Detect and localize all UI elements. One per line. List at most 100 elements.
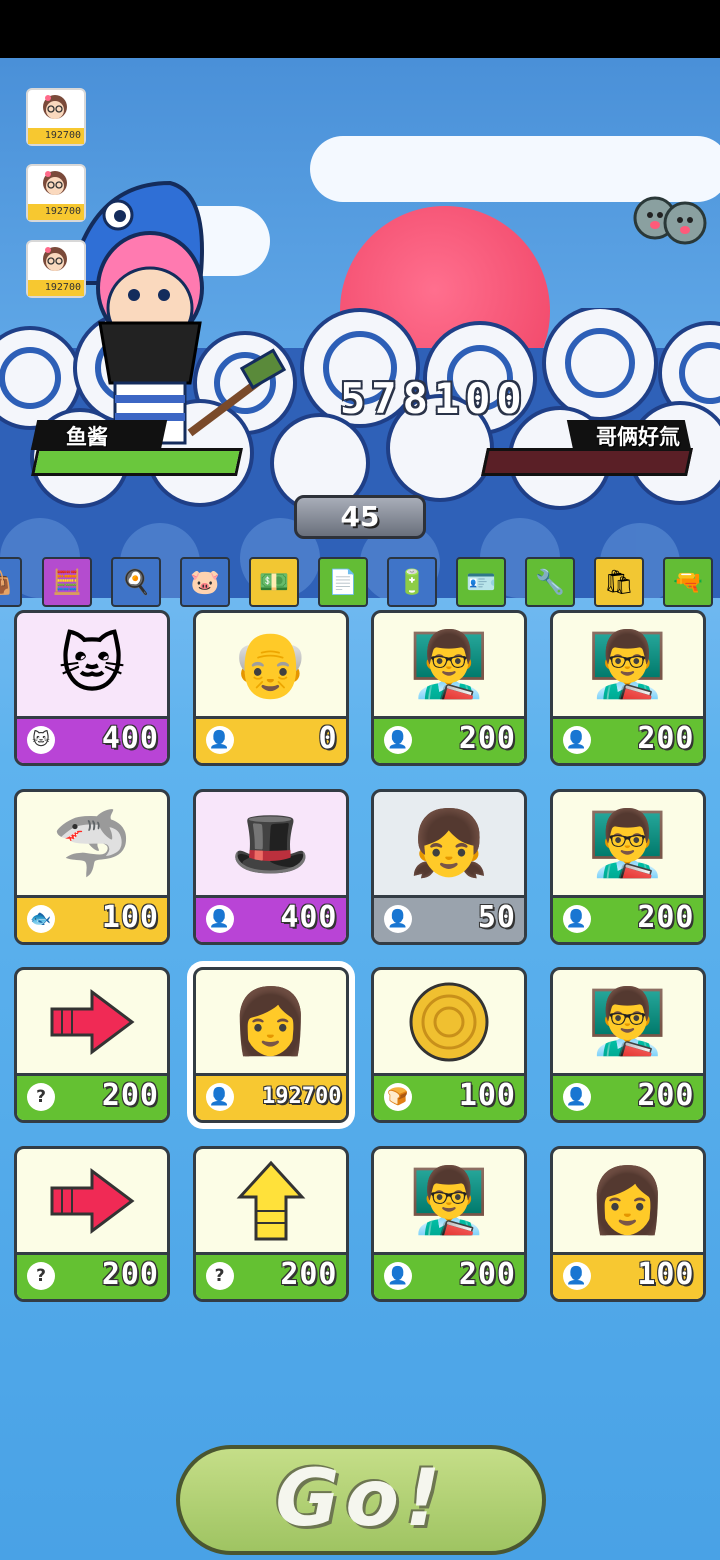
red-arrow-right-icon bbox=[17, 970, 167, 1074]
opponent-nameplate: 哥俩好氚 bbox=[480, 420, 693, 476]
card-cost-bar: 👤 200 bbox=[374, 1251, 524, 1299]
unit-card[interactable]: 👩 👤 100 bbox=[549, 1145, 706, 1302]
cash-stack-icon[interactable]: 💵 bbox=[249, 557, 299, 607]
unit-card[interactable]: 👩 👤 192700 bbox=[192, 967, 349, 1123]
unit-card[interactable]: 🦈 🐟 100 bbox=[14, 788, 170, 945]
round-counter: 45 bbox=[294, 495, 426, 539]
girl-glasses-avatar-icon bbox=[39, 245, 71, 277]
person-icon: 👤 bbox=[205, 726, 234, 754]
card-cost-bar: 👤 50 bbox=[374, 894, 524, 942]
card-value: 192700 bbox=[262, 1084, 342, 1109]
calculator-icon[interactable]: 🧮 bbox=[42, 557, 92, 607]
unit-card[interactable]: 👧 👤 50 bbox=[371, 788, 527, 945]
gift-bag-icon[interactable]: 🛍 bbox=[594, 557, 644, 607]
question-icon: ? bbox=[205, 1261, 234, 1290]
unit-card[interactable]: ? 200 bbox=[192, 1145, 349, 1302]
girl-glasses-icon: 👩 bbox=[587, 1163, 668, 1238]
id-card-icon[interactable]: 🪪 bbox=[456, 557, 506, 607]
card-value: 50 bbox=[477, 899, 516, 935]
card-cost-bar: 👤 192700 bbox=[195, 1073, 346, 1120]
shark-icon: 🦈 bbox=[52, 806, 132, 881]
card-cost-bar: ? 200 bbox=[17, 1073, 167, 1120]
piggy-bank-icon[interactable]: 🐷 bbox=[180, 557, 230, 607]
tools-icon[interactable]: 🔧 bbox=[525, 557, 575, 607]
unit-card[interactable]: 🍞 100 bbox=[371, 967, 527, 1123]
card-value: 100 bbox=[101, 899, 159, 935]
unit-card[interactable]: 👨‍🏫 👤 200 bbox=[549, 788, 706, 945]
card-value: 400 bbox=[280, 899, 338, 935]
card-cost-bar: 👤 200 bbox=[552, 716, 703, 763]
unit-card[interactable]: 🎩 👤 400 bbox=[192, 788, 349, 945]
battery-icon[interactable]: 🔋 bbox=[387, 557, 437, 607]
go-button[interactable]: Go! bbox=[176, 1445, 546, 1555]
teacher-icon: 👨‍🏫 bbox=[409, 628, 489, 702]
card-value: 200 bbox=[280, 1256, 338, 1292]
team-queue-card[interactable]: 192700 bbox=[26, 88, 86, 146]
frying-pan-icon[interactable]: 🍳 bbox=[111, 557, 161, 607]
unit-card[interactable]: 🐱 🐱 400 bbox=[14, 610, 170, 766]
card-value: 200 bbox=[101, 1256, 159, 1292]
card-value: 200 bbox=[101, 1078, 159, 1113]
player-nameplate: 鱼酱 bbox=[28, 420, 248, 476]
yellow-arrow-up-icon bbox=[196, 1149, 346, 1253]
opponent-name: 哥俩好氚 bbox=[596, 425, 680, 449]
card-cost-bar: 👤 200 bbox=[374, 716, 524, 763]
card-value: 200 bbox=[458, 721, 516, 756]
teacher-icon: 👨‍🏫 bbox=[587, 985, 668, 1059]
card-value: 100 bbox=[637, 1256, 695, 1292]
old-scientist-icon: 👴 bbox=[230, 628, 311, 702]
person-icon: 👤 bbox=[562, 726, 591, 754]
gun-icon[interactable]: 🔫 bbox=[663, 557, 713, 607]
round-value: 45 bbox=[340, 500, 380, 533]
person-icon: 👤 bbox=[205, 904, 234, 933]
unit-card[interactable]: 👨‍🏫 👤 200 bbox=[371, 1145, 527, 1302]
card-value: 200 bbox=[637, 721, 695, 756]
cat-face-icon: 🐱 bbox=[27, 726, 55, 754]
girl-glasses-icon: 👩 bbox=[230, 985, 311, 1059]
cat-icon: 🐱 bbox=[58, 628, 126, 702]
status-bar bbox=[0, 0, 720, 58]
girl-glasses-avatar-icon bbox=[39, 169, 71, 201]
card-cost-bar: 👤 100 bbox=[552, 1251, 703, 1299]
fish-icon: 🐟 bbox=[27, 904, 55, 933]
person-icon: 👤 bbox=[205, 1083, 234, 1111]
team-queue-card[interactable]: 192700 bbox=[26, 240, 86, 298]
document-icon[interactable]: 📄 bbox=[318, 557, 368, 607]
top-hat-gentleman-icon: 🎩 bbox=[230, 806, 311, 881]
team-queue-card[interactable]: 192700 bbox=[26, 164, 86, 222]
girl-glasses-avatar-icon bbox=[39, 93, 71, 125]
card-cost-bar: 👤 200 bbox=[552, 894, 703, 942]
unit-card[interactable]: 👴 👤 0 bbox=[192, 610, 349, 766]
card-value: 200 bbox=[458, 1256, 516, 1292]
score-display: 578100 bbox=[340, 374, 580, 424]
person-icon: 👤 bbox=[562, 1083, 591, 1111]
card-value: 200 bbox=[637, 899, 695, 935]
teacher-icon: 👨‍🏫 bbox=[409, 1163, 489, 1238]
team-queue-value: 192700 bbox=[28, 280, 84, 296]
player-hp-bar bbox=[31, 448, 243, 476]
opponent-hp-fill bbox=[484, 451, 490, 473]
unit-card[interactable]: 👨‍🏫 👤 200 bbox=[371, 610, 527, 766]
person-icon: 👤 bbox=[562, 904, 591, 933]
person-icon: 👤 bbox=[562, 1261, 591, 1290]
unit-card[interactable]: ? 200 bbox=[14, 1145, 170, 1302]
card-value: 200 bbox=[637, 1078, 695, 1113]
score-value: 578100 bbox=[340, 374, 528, 423]
unit-card[interactable]: 👨‍🏫 👤 200 bbox=[549, 967, 706, 1123]
card-cost-bar: 🍞 100 bbox=[374, 1073, 524, 1120]
team-queue-value: 192700 bbox=[28, 128, 84, 144]
team-queue-value: 192700 bbox=[28, 204, 84, 220]
unit-card[interactable]: 👨‍🏫 👤 200 bbox=[549, 610, 706, 766]
card-value: 100 bbox=[458, 1078, 516, 1113]
card-cost-bar: ? 200 bbox=[195, 1251, 346, 1299]
bag-icon[interactable]: 👜 bbox=[0, 557, 22, 607]
girl-icon: 👧 bbox=[409, 806, 489, 881]
card-cost-bar: 👤 200 bbox=[552, 1073, 703, 1120]
unit-card[interactable]: ? 200 bbox=[14, 967, 170, 1123]
card-value: 0 bbox=[318, 721, 338, 756]
person-icon: 👤 bbox=[384, 1261, 412, 1290]
person-icon: 👤 bbox=[384, 726, 412, 754]
card-cost-bar: 👤 0 bbox=[195, 716, 346, 763]
game-scene: 192700 192700 192700 578100 鱼酱 哥俩好氚 45 👜 🧮 🍳… bbox=[0, 58, 720, 1560]
question-icon: ? bbox=[27, 1261, 55, 1290]
